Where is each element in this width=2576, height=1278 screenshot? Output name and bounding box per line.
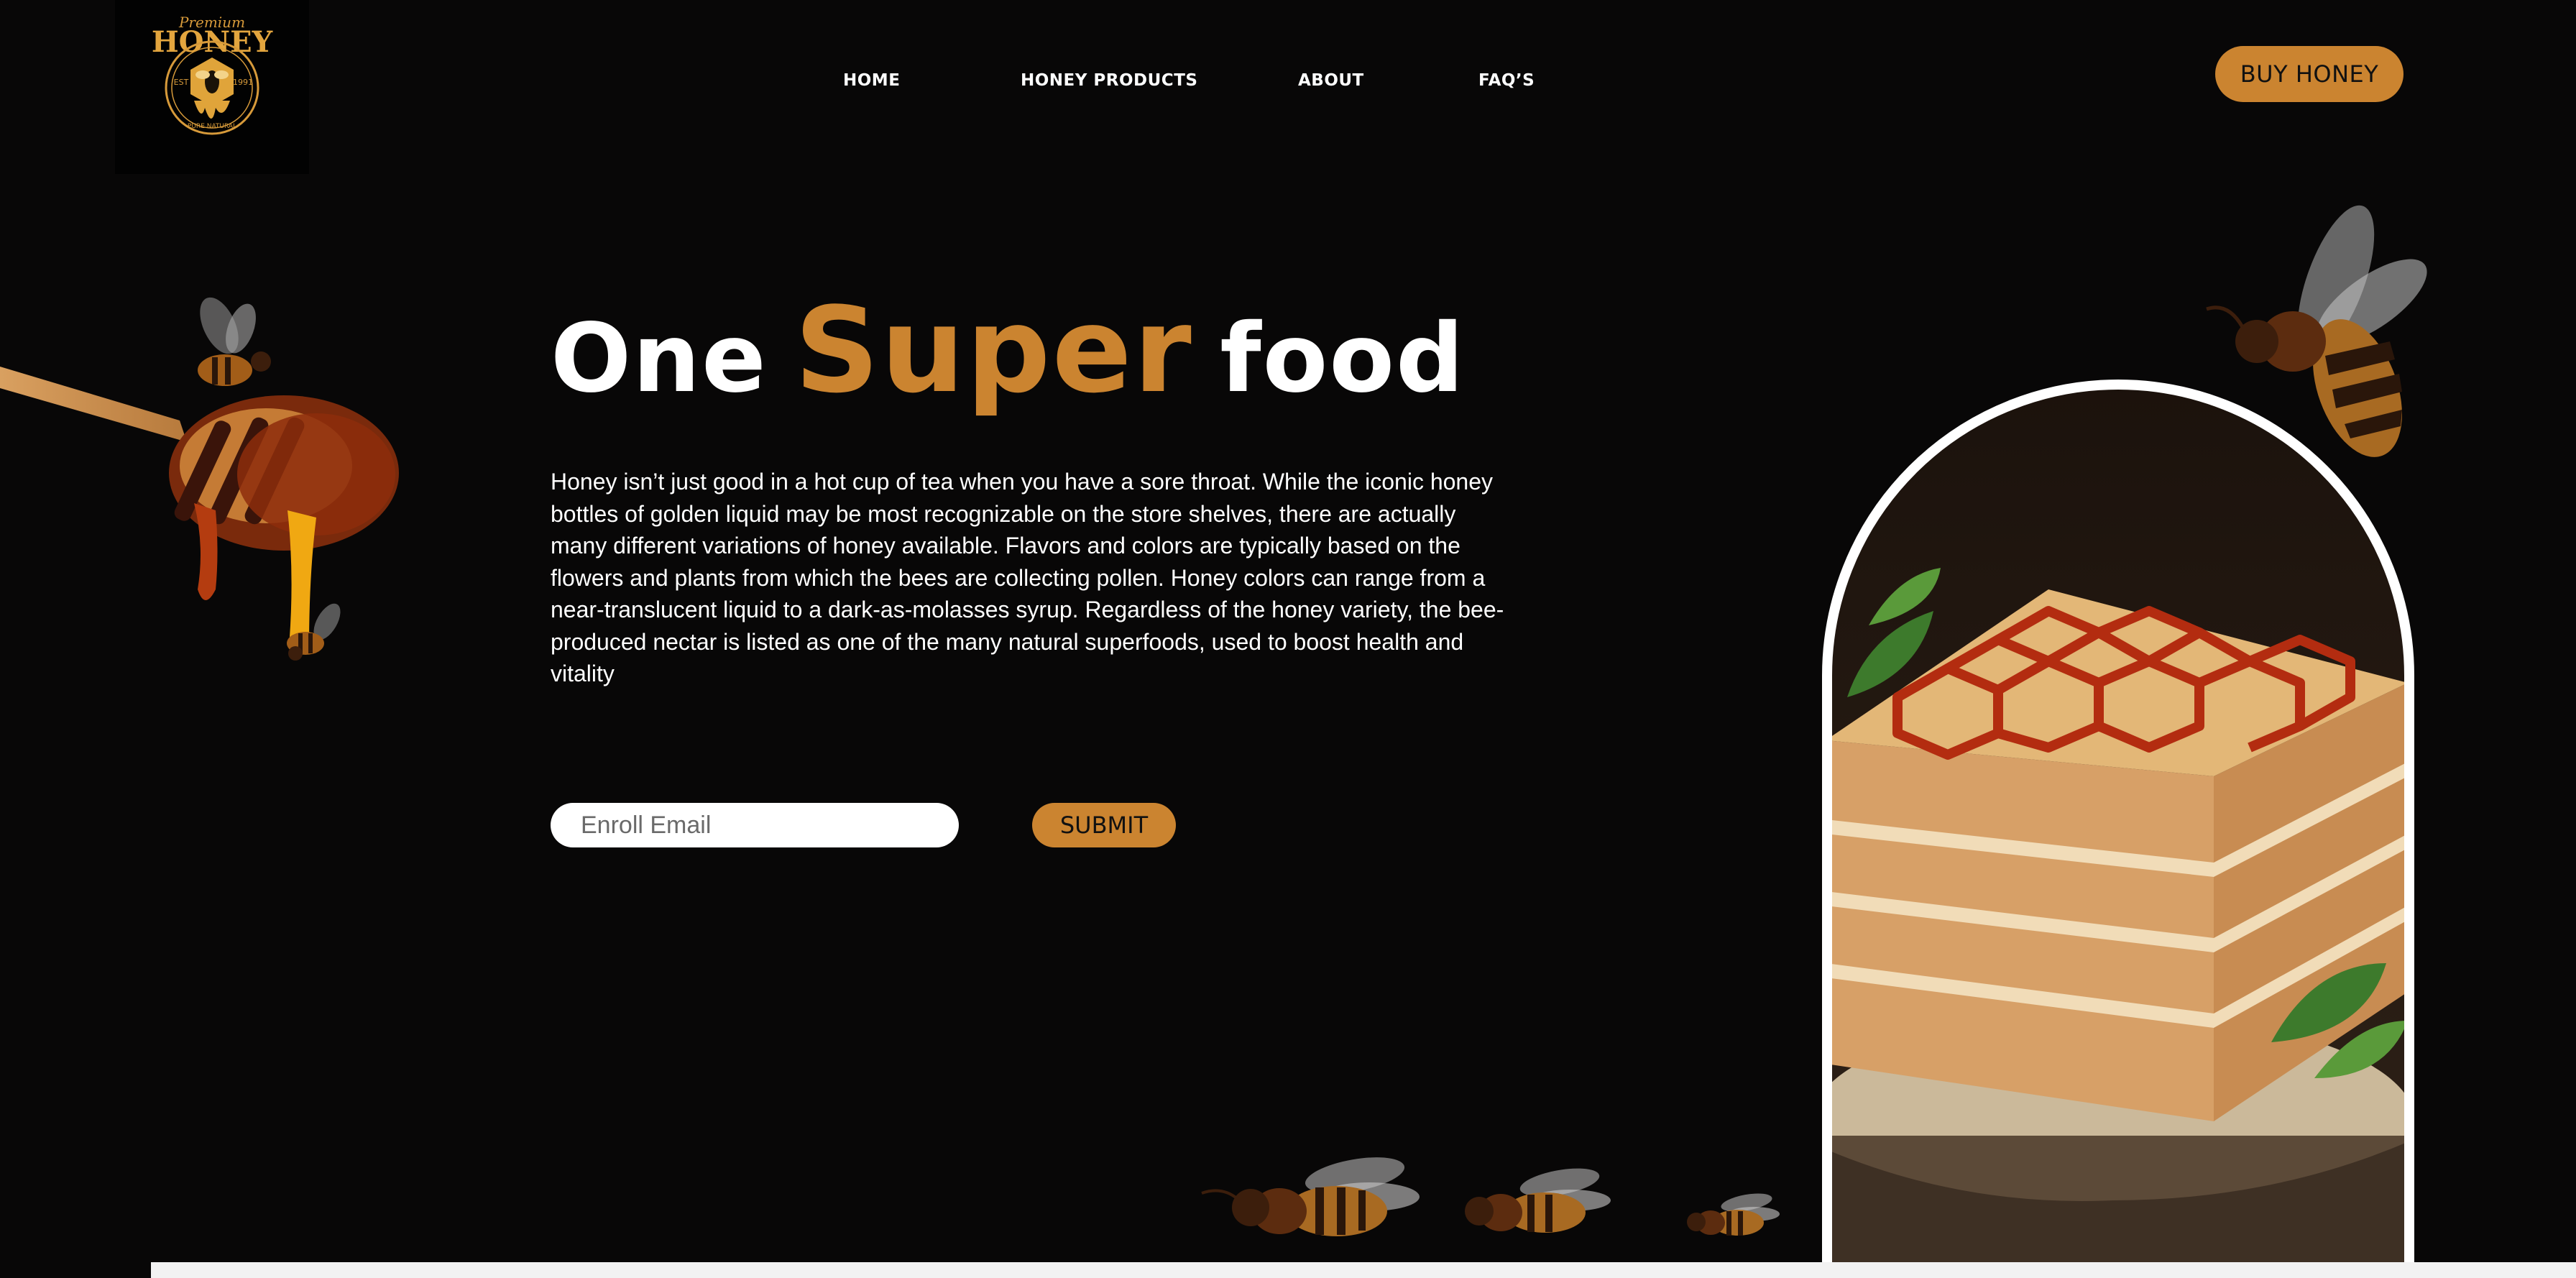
hero-description: Honey isn’t just good in a hot cup of te… bbox=[551, 469, 1504, 686]
email-input[interactable] bbox=[551, 803, 959, 847]
buy-honey-button[interactable]: BUY HONEY bbox=[2215, 46, 2404, 102]
hero-title-super: Super bbox=[794, 282, 1193, 419]
hero-title-food: food bbox=[1220, 303, 1466, 414]
nav-home[interactable]: HOME bbox=[843, 66, 900, 95]
logo-left-text: EST bbox=[174, 78, 189, 87]
hero-title: One Super food bbox=[551, 282, 1466, 426]
bottom-section-edge bbox=[151, 1262, 2576, 1278]
nav-faqs[interactable]: FAQ’S bbox=[1478, 66, 1535, 95]
submit-button[interactable]: SUBMIT bbox=[1032, 803, 1176, 847]
logo-ribbon-text: PURE NATURAL bbox=[188, 123, 236, 130]
logo-right-text: 1991 bbox=[233, 78, 253, 87]
bee-icon bbox=[2206, 205, 2427, 457]
nav-about[interactable]: ABOUT bbox=[1298, 66, 1364, 95]
nav-honey-products[interactable]: HONEY PRODUCTS bbox=[1021, 66, 1197, 95]
honey-dipper-icon bbox=[0, 297, 399, 661]
hero-title-one: One bbox=[551, 303, 768, 414]
bee-icon bbox=[1201, 1157, 1780, 1236]
honey-cake-icon bbox=[1822, 380, 2414, 1278]
logo[interactable]: Premium HONEY EST 1991 PURE NATURAL bbox=[115, 0, 309, 174]
logo-icon: Premium HONEY EST 1991 PURE NATURAL bbox=[152, 14, 273, 135]
